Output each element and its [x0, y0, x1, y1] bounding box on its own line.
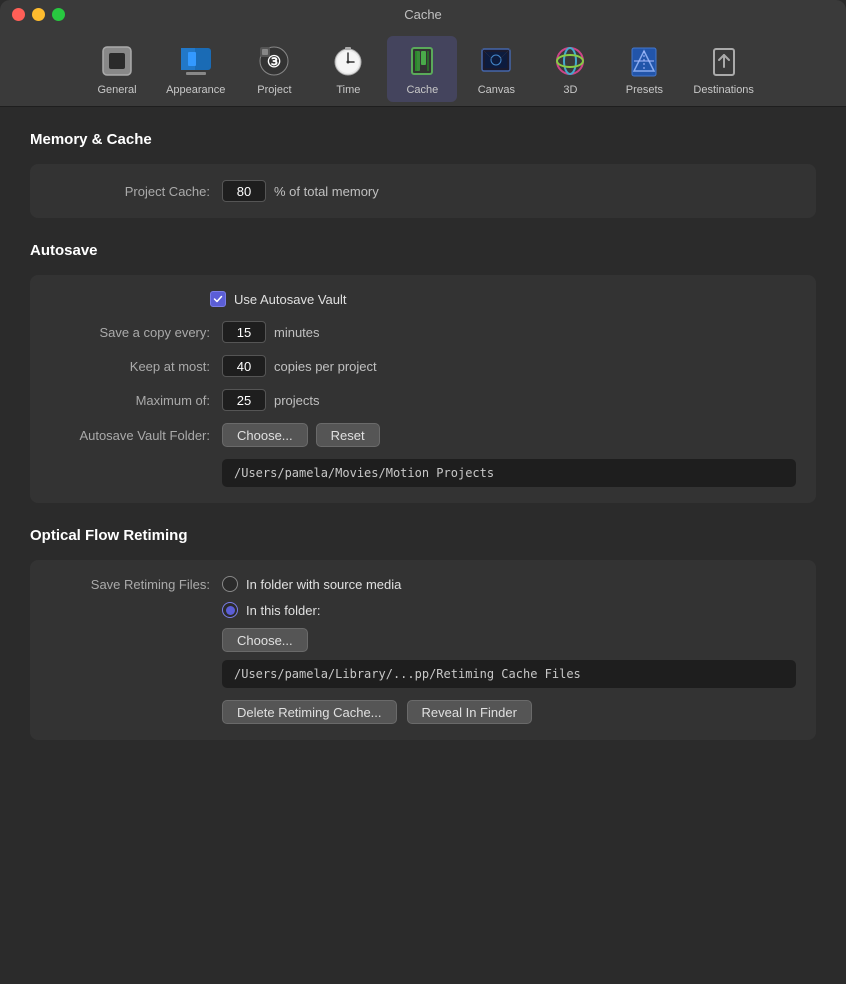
optical-flow-section: Optical Flow Retiming Save Retiming File…	[30, 527, 816, 740]
radio-row-1: Save Retiming Files: In folder with sour…	[50, 576, 796, 592]
general-label: General	[97, 84, 136, 96]
destinations-label: Destinations	[693, 84, 754, 96]
keep-at-most-input[interactable]	[222, 355, 266, 377]
maximum-of-unit: projects	[274, 393, 320, 408]
radio-row-2: In this folder:	[50, 602, 796, 618]
radio2-label: In this folder:	[246, 603, 320, 618]
time-icon	[329, 42, 367, 80]
optical-choose-button[interactable]: Choose...	[222, 628, 308, 652]
project-label: Project	[257, 84, 291, 96]
project-icon: ③	[255, 42, 293, 80]
optical-path-display: /Users/pamela/Library/...pp/Retiming Cac…	[222, 660, 796, 688]
cache-icon	[403, 42, 441, 80]
toolbar-item-general[interactable]: General	[82, 36, 152, 102]
canvas-label: Canvas	[478, 84, 515, 96]
general-icon	[98, 42, 136, 80]
memory-cache-body: Project Cache: % of total memory	[30, 164, 816, 218]
delete-retiming-button[interactable]: Delete Retiming Cache...	[222, 700, 397, 724]
toolbar-item-destinations[interactable]: Destinations	[683, 36, 764, 102]
project-cache-row: Project Cache: % of total memory	[50, 180, 796, 202]
toolbar-item-appearance[interactable]: Appearance	[156, 36, 235, 102]
toolbar-item-presets[interactable]: Presets	[609, 36, 679, 102]
appearance-label: Appearance	[166, 84, 225, 96]
toolbar-item-project[interactable]: ③ Project	[239, 36, 309, 102]
autosave-checkbox-label: Use Autosave Vault	[234, 292, 347, 307]
save-retiming-label: Save Retiming Files:	[50, 577, 210, 592]
close-button[interactable]	[12, 8, 25, 21]
radio-this-folder[interactable]	[222, 602, 238, 618]
presets-icon	[625, 42, 663, 80]
memory-cache-title: Memory & Cache	[30, 131, 816, 148]
toolbar-item-time[interactable]: Time	[313, 36, 383, 102]
cache-label: Cache	[406, 84, 438, 96]
optical-flow-body: Save Retiming Files: In folder with sour…	[30, 560, 816, 740]
autosave-title: Autosave	[30, 242, 816, 259]
3d-icon	[551, 42, 589, 80]
project-cache-input[interactable]	[222, 180, 266, 202]
3d-label: 3D	[563, 84, 577, 96]
autosave-checkbox-row[interactable]: Use Autosave Vault	[50, 291, 796, 307]
project-cache-label: Project Cache:	[50, 184, 210, 199]
maximum-of-label: Maximum of:	[50, 393, 210, 408]
radio-source-media[interactable]	[222, 576, 238, 592]
maximize-button[interactable]	[52, 8, 65, 21]
destinations-icon	[705, 42, 743, 80]
vault-path-display: /Users/pamela/Movies/Motion Projects	[222, 459, 796, 487]
title-bar: Cache	[0, 0, 846, 28]
toolbar: General Appearance ③ Project	[0, 28, 846, 107]
vault-folder-label: Autosave Vault Folder:	[50, 428, 210, 443]
memory-cache-section: Memory & Cache Project Cache: % of total…	[30, 131, 816, 218]
autosave-section: Autosave Use Autosave Vault Save a copy …	[30, 242, 816, 503]
optical-bottom-buttons: Delete Retiming Cache... Reveal In Finde…	[50, 700, 796, 724]
project-cache-unit: % of total memory	[274, 184, 379, 199]
vault-path-container: /Users/pamela/Movies/Motion Projects	[50, 459, 796, 487]
optical-path-container: /Users/pamela/Library/...pp/Retiming Cac…	[50, 660, 796, 688]
optical-choose-container: Choose...	[50, 628, 796, 652]
presets-label: Presets	[626, 84, 663, 96]
reveal-finder-button[interactable]: Reveal In Finder	[407, 700, 532, 724]
time-label: Time	[336, 84, 360, 96]
save-copy-input[interactable]	[222, 321, 266, 343]
autosave-checkbox[interactable]	[210, 291, 226, 307]
autosave-body: Use Autosave Vault Save a copy every: mi…	[30, 275, 816, 503]
vault-choose-button[interactable]: Choose...	[222, 423, 308, 447]
toolbar-item-3d[interactable]: 3D	[535, 36, 605, 102]
optical-actions-row: Delete Retiming Cache... Reveal In Finde…	[222, 700, 796, 724]
window-title: Cache	[404, 7, 442, 22]
appearance-icon	[177, 42, 215, 80]
save-copy-label: Save a copy every:	[50, 325, 210, 340]
radio-inner-dot	[226, 606, 235, 615]
vault-folder-row: Autosave Vault Folder: Choose... Reset	[50, 423, 796, 447]
minimize-button[interactable]	[32, 8, 45, 21]
keep-at-most-unit: copies per project	[274, 359, 377, 374]
toolbar-item-canvas[interactable]: Canvas	[461, 36, 531, 102]
toolbar-item-cache[interactable]: Cache	[387, 36, 457, 102]
save-copy-row: Save a copy every: minutes	[50, 321, 796, 343]
maximum-of-input[interactable]	[222, 389, 266, 411]
canvas-icon	[477, 42, 515, 80]
maximum-of-row: Maximum of: projects	[50, 389, 796, 411]
radio1-label: In folder with source media	[246, 577, 401, 592]
save-copy-unit: minutes	[274, 325, 320, 340]
vault-reset-button[interactable]: Reset	[316, 423, 380, 447]
traffic-lights	[12, 8, 65, 21]
vault-buttons: Choose... Reset	[222, 423, 380, 447]
content-area: Memory & Cache Project Cache: % of total…	[0, 107, 846, 788]
keep-at-most-label: Keep at most:	[50, 359, 210, 374]
optical-flow-title: Optical Flow Retiming	[30, 527, 816, 544]
keep-at-most-row: Keep at most: copies per project	[50, 355, 796, 377]
